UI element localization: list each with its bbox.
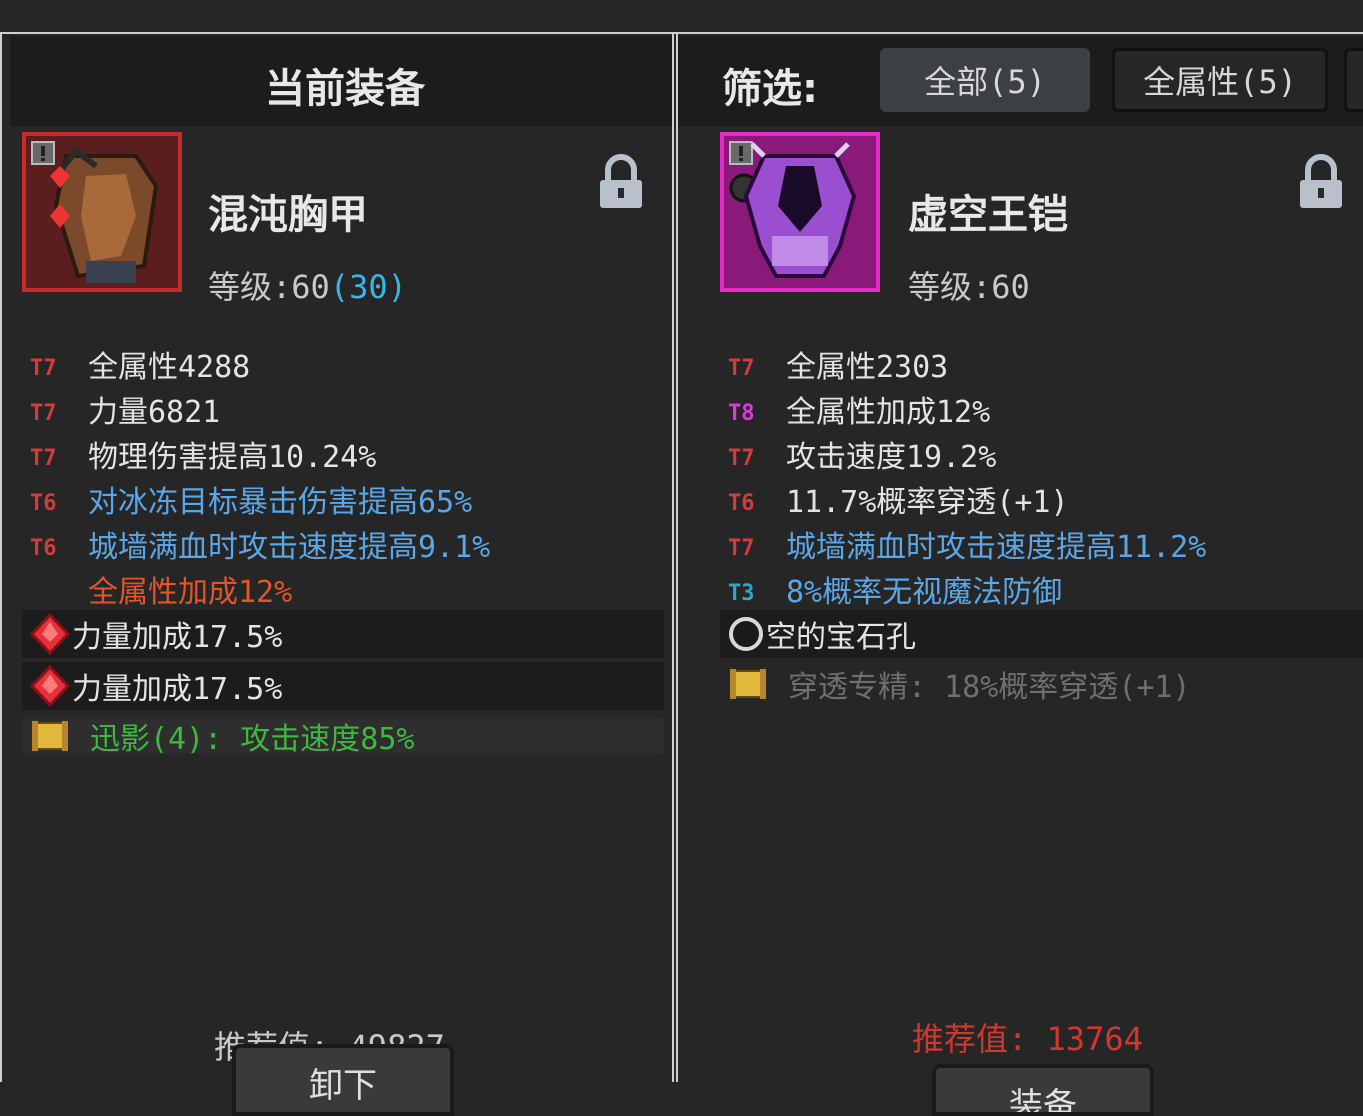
tier-badge: T3 [728, 581, 755, 606]
candidate-equipment-panel: 筛选: 全部(5) 全属性(5) 虚空王铠 等级:60 T7 全属性2303 T8… [676, 34, 1363, 1116]
stat-line: T6 对冰冻目标暴击伤害提高65% [30, 477, 472, 521]
stat-text: 全属性加成12% [88, 575, 293, 610]
gem-text: 力量加成17.5% [72, 620, 283, 655]
stat-text: 全属性4288 [88, 350, 251, 385]
top-bar [0, 0, 1363, 34]
set-bonus-row: 迅影(4): 攻击速度85% [22, 718, 664, 757]
stat-text: 全属性2303 [786, 350, 949, 385]
item-level: 等级:60(30) [208, 262, 407, 308]
tier-badge: T7 [30, 446, 57, 471]
chaos-chestplate-icon[interactable] [22, 132, 182, 292]
chestplate-icon [26, 136, 178, 288]
void-armor-icon[interactable] [720, 132, 880, 292]
stat-line: T3 8%概率无视魔法防御 [728, 567, 1062, 611]
filter-label: 筛选: [722, 66, 818, 112]
stat-line: T7 全属性2303 [728, 342, 948, 386]
filter-all-attributes-button[interactable]: 全属性(5) [1112, 48, 1328, 112]
armor-icon [724, 136, 876, 288]
stat-text: 力量6821 [88, 395, 221, 430]
filter-all-button[interactable]: 全部(5) [880, 48, 1090, 112]
socket-text: 空的宝石孔 [766, 620, 916, 655]
set-bonus-text: 穿透专精: 18%概率穿透(+1) [788, 670, 1191, 705]
stat-line: T7 城墙满血时攻击速度提高11.2% [728, 522, 1206, 566]
gem-socket-row[interactable]: 力量加成17.5% [22, 610, 664, 658]
current-equipment-header: 当前装备 [10, 36, 672, 126]
set-bonus-row: 穿透专精: 18%概率穿透(+1) [720, 666, 1363, 705]
set-bonus-text: 迅影(4): 攻击速度85% [90, 722, 415, 757]
tier-badge: T7 [30, 356, 57, 381]
stat-line: T7 物理伤害提高10.24% [30, 432, 376, 476]
stat-text: 物理伤害提高10.24% [88, 440, 377, 475]
stat-text: 8%概率无视魔法防御 [786, 575, 1063, 610]
lock-icon[interactable] [1298, 154, 1344, 210]
red-gem-icon [29, 664, 71, 708]
item-name: 混沌胸甲 [208, 192, 368, 238]
stat-line: T7 攻击速度19.2% [728, 432, 996, 476]
stat-line: T8 全属性加成12% [728, 387, 990, 431]
tier-badge: T7 [30, 401, 57, 426]
red-gem-icon [29, 612, 71, 656]
tier-badge: T6 [728, 491, 755, 516]
lock-icon[interactable] [598, 154, 644, 210]
panel-title: 当前装备 [265, 66, 425, 112]
recommend-value: 推荐值: 13764 [912, 1020, 1143, 1058]
filter-more-button[interactable] [1344, 48, 1363, 112]
level-extra: (30) [329, 268, 407, 306]
tier-badge: T7 [728, 446, 755, 471]
stat-line: T6 城墙满血时攻击速度提高9.1% [30, 522, 490, 566]
stat-text: 攻击速度19.2% [786, 440, 997, 475]
stat-line: T7 力量6821 [30, 387, 220, 431]
empty-socket-icon [729, 617, 763, 651]
gem-socket-row[interactable]: 力量加成17.5% [22, 662, 664, 710]
item-level: 等级:60 [908, 268, 1030, 306]
item-name: 虚空王铠 [908, 192, 1068, 238]
empty-socket-row[interactable]: 空的宝石孔 [720, 610, 1363, 658]
stat-text: 全属性加成12% [786, 395, 991, 430]
scroll-icon [32, 721, 68, 751]
gem-text: 力量加成17.5% [72, 672, 283, 707]
stat-text: 对冰冻目标暴击伤害提高65% [88, 485, 473, 520]
stat-line: T7 全属性4288 [30, 342, 250, 386]
unequip-button[interactable]: 卸下 [232, 1044, 454, 1116]
equip-button[interactable]: 装备 [932, 1064, 1154, 1116]
stat-line: 全属性加成12% [30, 567, 292, 611]
current-equipment-panel: 当前装备 混沌胸甲 等级:60(30) T7 全属性4288 T7 力量6821 T… [0, 34, 674, 1116]
filter-header: 筛选: 全部(5) 全属性(5) [678, 36, 1363, 126]
level-label: 等级:60 [208, 268, 330, 306]
tier-badge: T7 [728, 356, 755, 381]
stat-text: 城墙满血时攻击速度提高9.1% [88, 530, 491, 565]
tier-badge: T7 [728, 536, 755, 561]
scroll-icon [730, 669, 766, 699]
tier-badge: T6 [30, 491, 57, 516]
stat-line: T6 11.7%概率穿透(+1) [728, 477, 1069, 521]
stat-text: 城墙满血时攻击速度提高11.2% [786, 530, 1207, 565]
stat-text: 11.7%概率穿透(+1) [786, 485, 1069, 520]
tier-badge: T6 [30, 536, 57, 561]
tier-badge: T8 [728, 401, 755, 426]
